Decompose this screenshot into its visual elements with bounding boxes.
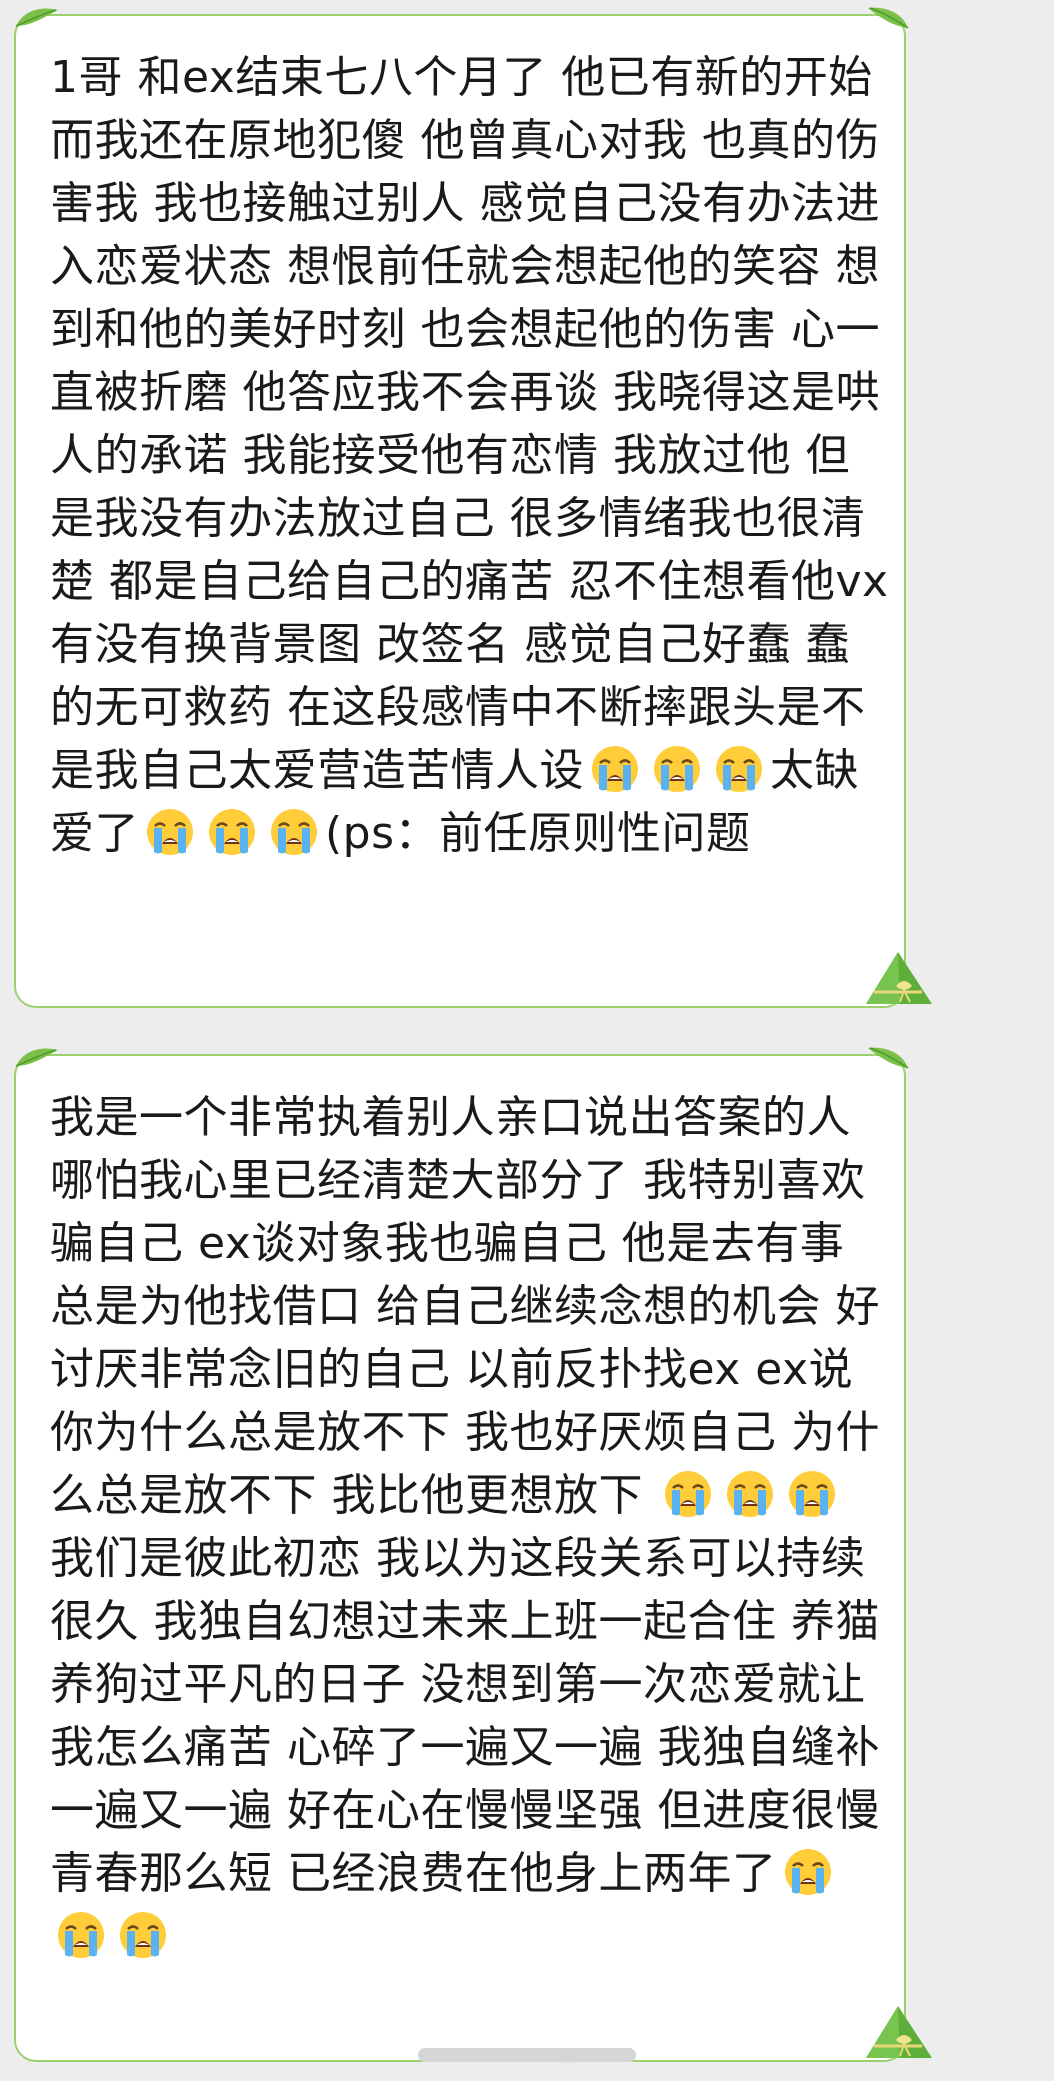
message-text: 1哥 和ex结束七八个月了 他已有新的开始 而我还在原地犯傻 他曾真心对我 也真… bbox=[50, 46, 890, 865]
loudly-crying-face-icon bbox=[144, 806, 196, 858]
scroll-indicator[interactable] bbox=[418, 2048, 636, 2062]
loudly-crying-face-icon bbox=[662, 1468, 714, 1520]
leaf-decoration-icon bbox=[15, 8, 58, 27]
message-text-segment: 1哥 和ex结束七八个月了 他已有新的开始 而我还在原地犯傻 他曾真心对我 也真… bbox=[50, 52, 904, 796]
loudly-crying-face-icon bbox=[713, 743, 765, 795]
message-text-segment: 我们是彼此初恋 我以为这段关系可以持续很久 我独自幻想过未来上班一起合住 养猫养… bbox=[50, 1470, 895, 1899]
message-bubble-2[interactable]: 我是一个非常执着别人亲口说出答案的人 哪怕我心里已经清楚大部分了 我特别喜欢骗自… bbox=[14, 1047, 932, 2062]
loudly-crying-face-icon bbox=[782, 1846, 834, 1898]
zongzi-icon bbox=[866, 952, 932, 1004]
loudly-crying-face-icon bbox=[786, 1468, 838, 1520]
leaf-decoration-icon bbox=[15, 1048, 58, 1067]
message-text: 我是一个非常执着别人亲口说出答案的人 哪怕我心里已经清楚大部分了 我特别喜欢骗自… bbox=[50, 1086, 890, 1968]
zongzi-icon bbox=[866, 2006, 932, 2058]
message-bubble-1[interactable]: 1哥 和ex结束七八个月了 他已有新的开始 而我还在原地犯傻 他曾真心对我 也真… bbox=[14, 7, 932, 1008]
loudly-crying-face-icon bbox=[268, 806, 320, 858]
loudly-crying-face-icon bbox=[589, 743, 641, 795]
message-text-segment: (ps：前任原则性问题 bbox=[325, 808, 751, 859]
loudly-crying-face-icon bbox=[117, 1909, 169, 1961]
loudly-crying-face-icon bbox=[55, 1909, 107, 1961]
message-text-segment: 我是一个非常执着别人亲口说出答案的人 哪怕我心里已经清楚大部分了 我特别喜欢骗自… bbox=[50, 1092, 880, 1521]
loudly-crying-face-icon bbox=[206, 806, 258, 858]
leaf-decoration-icon bbox=[868, 1047, 909, 1069]
loudly-crying-face-icon bbox=[651, 743, 703, 795]
loudly-crying-face-icon bbox=[724, 1468, 776, 1520]
leaf-decoration-icon bbox=[868, 7, 909, 29]
